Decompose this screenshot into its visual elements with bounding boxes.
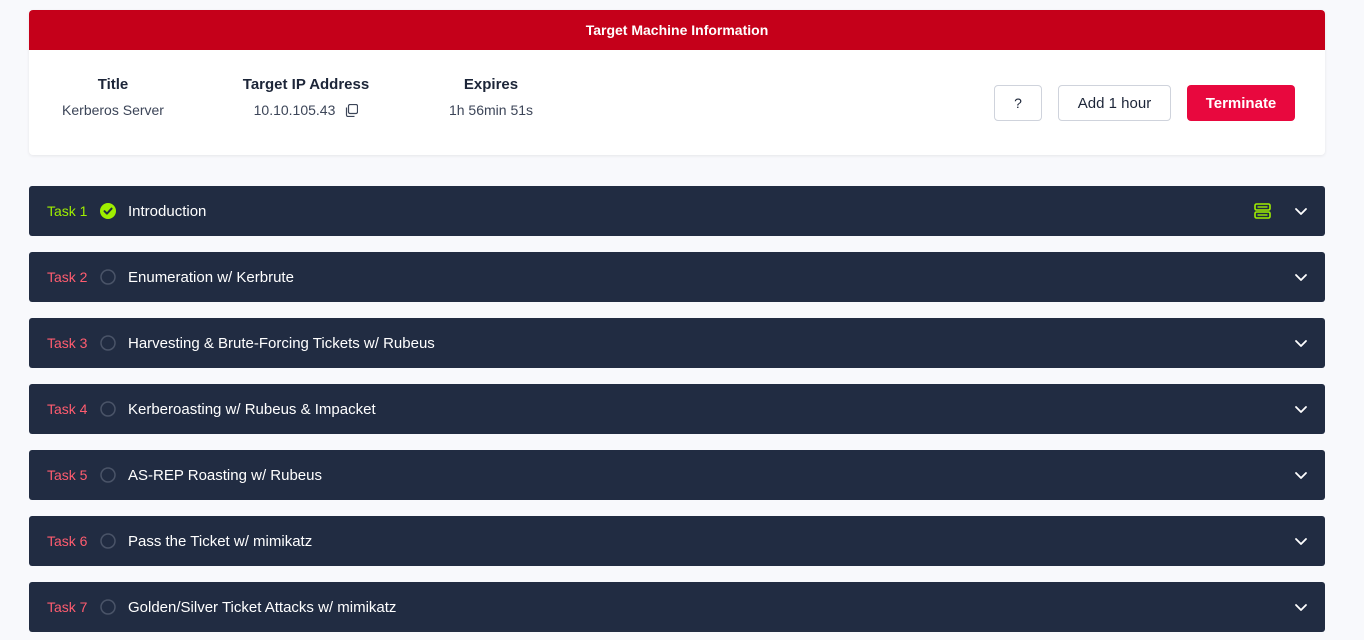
task-number: Task 3	[47, 335, 88, 351]
target-machine-card: Target Machine Information Title Kerbero…	[29, 10, 1325, 155]
chevron-down-icon[interactable]	[1294, 402, 1308, 416]
task-number: Task 6	[47, 533, 88, 549]
empty-circle-icon	[100, 401, 116, 417]
empty-circle-icon	[100, 269, 116, 285]
server-icon	[1254, 203, 1271, 219]
copy-icon[interactable]	[345, 103, 359, 117]
task-row-2[interactable]: Task 2 Enumeration w/ Kerbrute	[29, 252, 1325, 302]
title-value: Kerberos Server	[62, 102, 164, 118]
machine-ip-column: Target IP Address 10.10.105.43	[241, 76, 371, 118]
task-row-7[interactable]: Task 7 Golden/Silver Ticket Attacks w/ m…	[29, 582, 1325, 632]
task-number: Task 7	[47, 599, 88, 615]
task-title: Harvesting & Brute-Forcing Tickets w/ Ru…	[128, 334, 435, 352]
ip-label: Target IP Address	[242, 76, 370, 93]
chevron-down-icon[interactable]	[1294, 534, 1308, 548]
chevron-down-icon[interactable]	[1294, 468, 1308, 482]
chevron-down-icon[interactable]	[1294, 336, 1308, 350]
task-row-3[interactable]: Task 3 Harvesting & Brute-Forcing Ticket…	[29, 318, 1325, 368]
task-row-4[interactable]: Task 4 Kerberoasting w/ Rubeus & Impacke…	[29, 384, 1325, 434]
machine-title-column: Title Kerberos Server	[59, 76, 167, 118]
empty-circle-icon	[100, 467, 116, 483]
task-row-6[interactable]: Task 6 Pass the Ticket w/ mimikatz	[29, 516, 1325, 566]
task-number: Task 1	[47, 203, 88, 219]
title-label: Title	[97, 76, 129, 93]
chevron-down-icon[interactable]	[1294, 270, 1308, 284]
ip-value-row: 10.10.105.43	[241, 102, 371, 118]
task-title: Golden/Silver Ticket Attacks w/ mimikatz	[128, 598, 397, 616]
task-row-5[interactable]: Task 5 AS-REP Roasting w/ Rubeus	[29, 450, 1325, 500]
expires-value: 1h 56min 51s	[448, 102, 534, 118]
empty-circle-icon	[100, 599, 116, 615]
terminate-button[interactable]: Terminate	[1187, 85, 1295, 121]
help-button[interactable]: ?	[994, 85, 1042, 121]
task-title: AS-REP Roasting w/ Rubeus	[128, 466, 322, 484]
task-title: Enumeration w/ Kerbrute	[128, 268, 294, 286]
chevron-down-icon[interactable]	[1294, 600, 1308, 614]
chevron-down-icon[interactable]	[1294, 204, 1308, 218]
task-number: Task 5	[47, 467, 88, 483]
add-hour-button[interactable]: Add 1 hour	[1058, 85, 1171, 121]
task-row-1[interactable]: Task 1 Introduction	[29, 186, 1325, 236]
empty-circle-icon	[100, 533, 116, 549]
ip-value: 10.10.105.43	[253, 102, 336, 118]
machine-expires-column: Expires 1h 56min 51s	[441, 76, 541, 118]
task-title: Introduction	[128, 202, 207, 220]
task-title: Pass the Ticket w/ mimikatz	[128, 532, 313, 550]
task-number: Task 2	[47, 269, 88, 285]
task-title: Kerberoasting w/ Rubeus & Impacket	[128, 400, 376, 418]
check-circle-icon	[100, 203, 116, 219]
empty-circle-icon	[100, 335, 116, 351]
task-number: Task 4	[47, 401, 88, 417]
machine-card-header: Target Machine Information	[29, 10, 1325, 50]
expires-label: Expires	[463, 76, 519, 93]
